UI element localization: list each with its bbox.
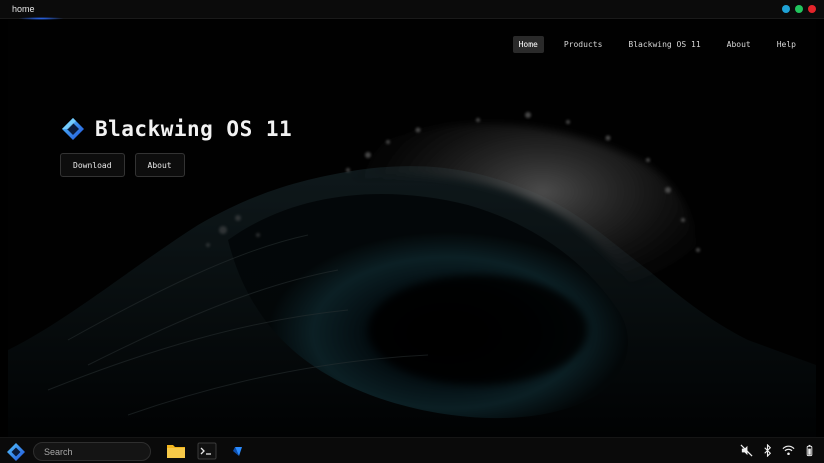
battery-icon[interactable]	[803, 444, 816, 457]
ocean-wave-background	[8, 20, 816, 437]
wifi-icon[interactable]	[782, 444, 795, 457]
hero-buttons: Download About	[60, 153, 292, 177]
about-button[interactable]: About	[134, 153, 185, 177]
page-viewport: Home Products Blackwing OS 11 About Help…	[8, 20, 816, 437]
nav-about[interactable]: About	[721, 36, 757, 53]
maximize-button[interactable]	[795, 5, 803, 13]
close-button[interactable]	[808, 5, 816, 13]
window-titlebar: home	[0, 0, 824, 20]
bluetooth-icon[interactable]	[761, 444, 774, 457]
blackwing-logo-icon	[62, 118, 84, 140]
system-tray	[740, 444, 816, 457]
hero-title: Blackwing OS 11	[95, 117, 293, 141]
hero-title-row: Blackwing OS 11	[60, 116, 292, 142]
terminal-icon[interactable]	[197, 442, 217, 460]
download-button[interactable]: Download	[60, 153, 125, 177]
window-controls	[782, 5, 816, 13]
blackwing-app-icon[interactable]	[229, 442, 249, 460]
hero-section: Blackwing OS 11 Download About	[60, 116, 292, 177]
minimize-button[interactable]	[782, 5, 790, 13]
mute-icon[interactable]	[740, 444, 753, 457]
nav-products[interactable]: Products	[558, 36, 609, 53]
nav-blackwing-os-11[interactable]: Blackwing OS 11	[622, 36, 706, 53]
top-navigation: Home Products Blackwing OS 11 About Help	[503, 36, 802, 53]
folder-icon[interactable]	[166, 442, 186, 460]
nav-home[interactable]: Home	[512, 36, 544, 53]
window-title[interactable]: home	[12, 4, 35, 14]
nav-help[interactable]: Help	[771, 36, 802, 53]
start-button[interactable]	[6, 442, 26, 462]
taskbar-search-input[interactable]	[33, 442, 151, 461]
taskbar	[0, 437, 824, 463]
